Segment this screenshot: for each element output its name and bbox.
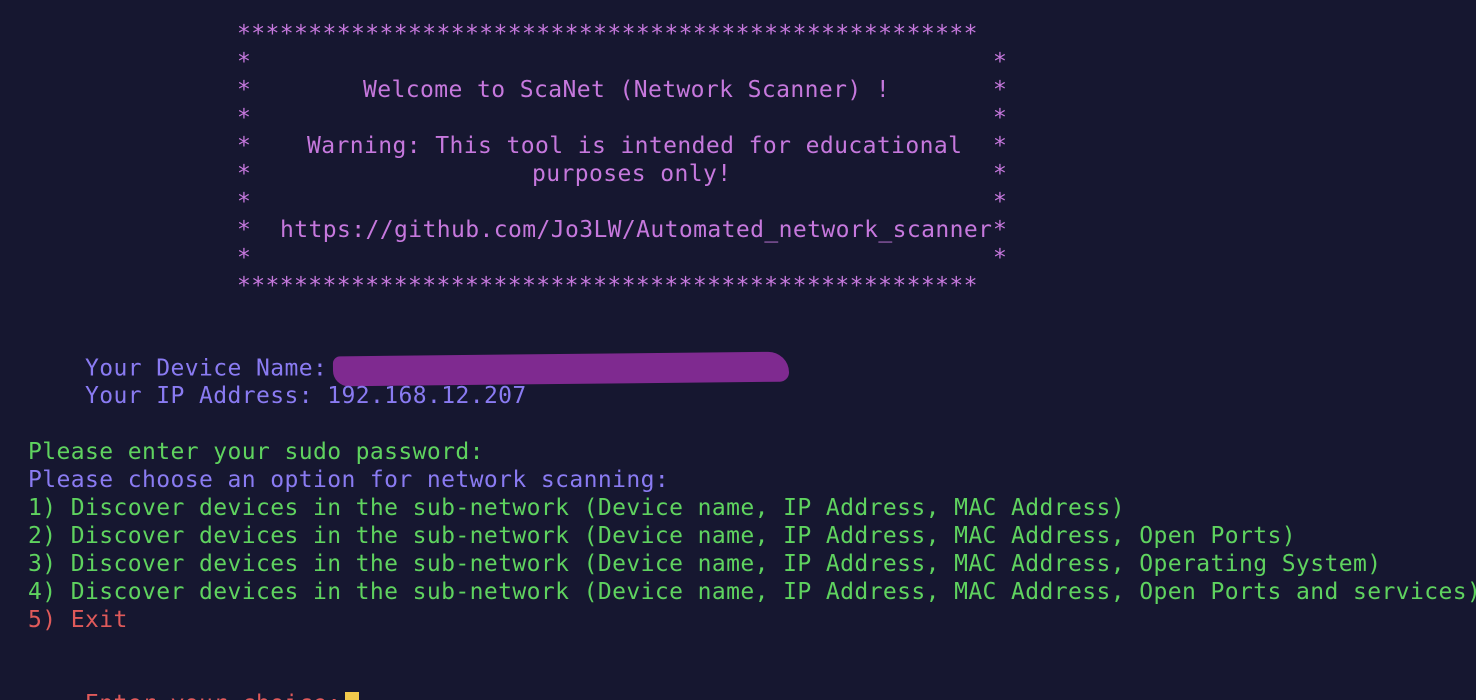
sudo-password-prompt: Please enter your sudo password: — [28, 439, 484, 465]
banner-side-left: * — [237, 133, 252, 159]
banner-side-left: * — [237, 105, 252, 131]
banner-side-left: * — [237, 217, 252, 243]
menu-option-2: 2) Discover devices in the sub-network (… — [28, 523, 1296, 549]
device-name-row: Your Device Name: — [28, 326, 790, 387]
banner-side-right: * — [993, 105, 1008, 131]
ip-address-value: 192.168.12.207 — [327, 383, 527, 409]
banner-side-right: * — [993, 133, 1008, 159]
banner-warning-line2: purposes only! — [532, 161, 732, 187]
choice-input-label: Enter your choice: — [85, 691, 341, 700]
menu-option-3: 3) Discover devices in the sub-network (… — [28, 551, 1382, 577]
banner-side-right: * — [993, 245, 1008, 271]
banner-bottom-border: ****************************************… — [237, 273, 978, 299]
banner-side-left: * — [237, 245, 252, 271]
banner-side-left: * — [237, 161, 252, 187]
text-cursor[interactable] — [345, 691, 360, 700]
choose-option-prompt: Please choose an option for network scan… — [28, 467, 670, 493]
choice-input-row[interactable]: Enter your choice: — [28, 662, 360, 700]
ip-address-row: Your IP Address: 192.168.12.207 — [28, 354, 527, 409]
banner-side-right: * — [993, 161, 1008, 187]
menu-option-exit: 5) Exit — [28, 607, 128, 633]
banner-side-right: * — [993, 49, 1008, 75]
banner-side-left: * — [237, 189, 252, 215]
banner-side-right: * — [993, 77, 1008, 103]
banner-url-link[interactable]: https://github.com/Jo3LW/Automated_netwo… — [280, 216, 992, 244]
banner-welcome-text: Welcome to ScaNet (Network Scanner) ! — [363, 77, 891, 103]
ip-address-label: Your IP Address: — [85, 383, 313, 409]
banner-top-border: ****************************************… — [237, 21, 978, 47]
banner-side-right: * — [993, 217, 1008, 243]
menu-option-1: 1) Discover devices in the sub-network (… — [28, 495, 1126, 521]
terminal-window[interactable]: ****************************************… — [0, 0, 1476, 700]
banner-side-right: * — [993, 189, 1008, 215]
menu-option-4: 4) Discover devices in the sub-network (… — [28, 579, 1476, 605]
banner-side-left: * — [237, 77, 252, 103]
banner-warning-line1: Warning: This tool is intended for educa… — [307, 133, 963, 159]
banner-side-left: * — [237, 49, 252, 75]
